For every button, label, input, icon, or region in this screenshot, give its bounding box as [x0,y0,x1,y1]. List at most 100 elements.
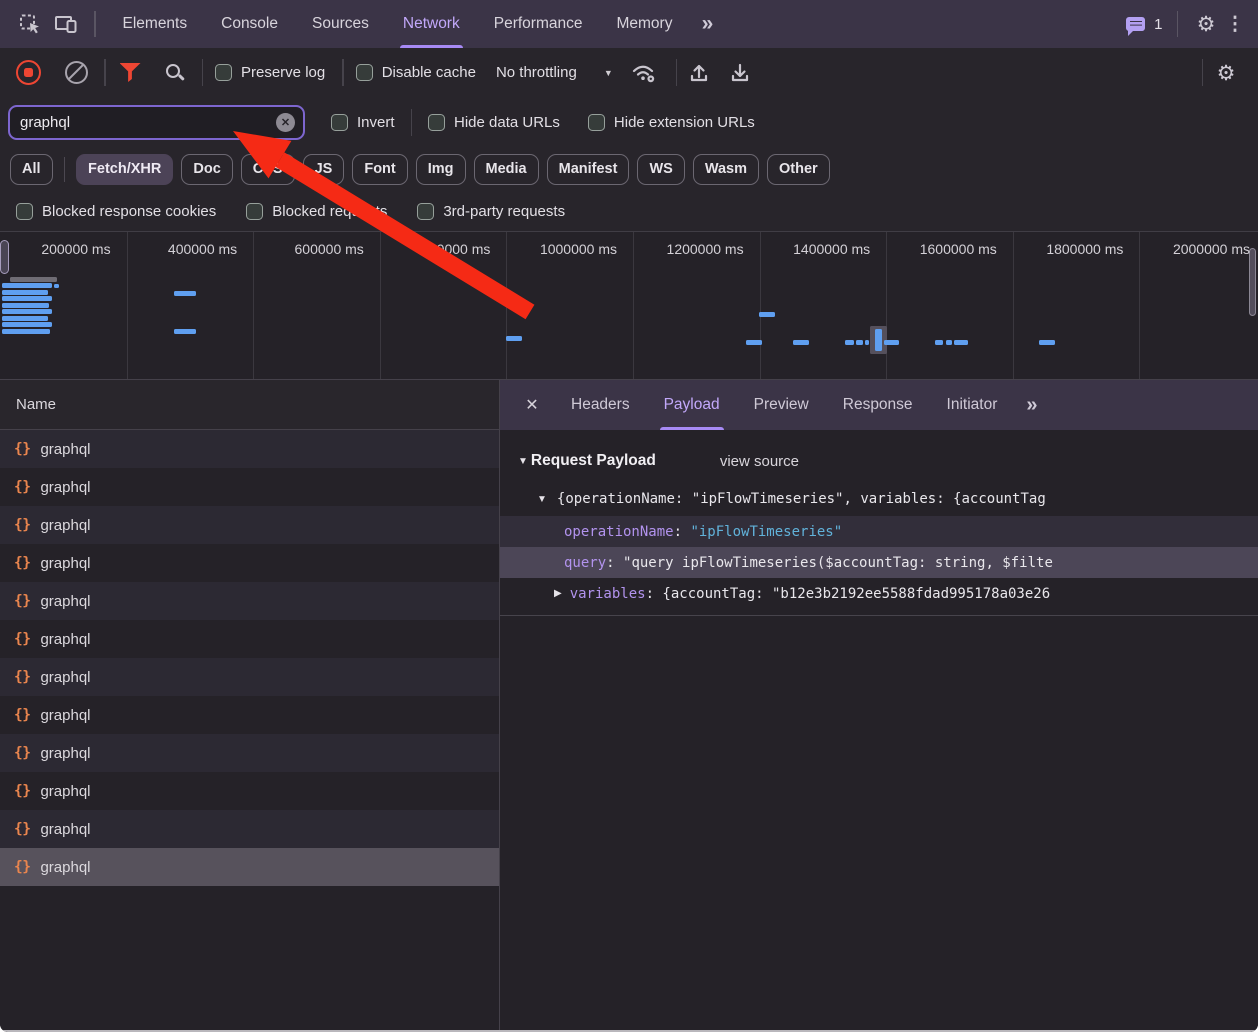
filter-pill-font[interactable]: Font [352,154,407,185]
invert-checkbox[interactable]: Invert [331,114,395,131]
detail-tab-initiator[interactable]: Initiator [947,380,998,430]
filter-pill-manifest[interactable]: Manifest [547,154,630,185]
json-value: {accountTag: "b12e3b2192ee5588fdad995178… [662,586,1050,602]
filter-funnel-icon[interactable] [120,63,141,82]
timeline-tick-label: 1800000 ms [1046,241,1123,257]
filter-pill-media[interactable]: Media [474,154,539,185]
request-row[interactable]: {}graphql [0,734,499,772]
issues-button[interactable]: 1 [1126,16,1162,33]
clear-network-log-icon[interactable] [65,61,88,84]
filter-row: graphql ✕ Invert Hide data URLs Hide ext… [0,97,1258,147]
filter-pill-doc[interactable]: Doc [181,154,232,185]
payload-row-operationname[interactable]: operationName: "ipFlowTimeseries" [500,516,1258,547]
waterfall-bar-blue [759,312,775,317]
kebab-menu-icon[interactable]: ⋮ [1227,8,1243,40]
payload-row-query[interactable]: query: "query ipFlowTimeseries($accountT… [500,547,1258,578]
network-conditions-icon[interactable] [629,57,659,89]
request-row[interactable]: {}graphql [0,544,499,582]
clear-filter-icon[interactable]: ✕ [276,113,295,132]
filter-pill-js[interactable]: JS [303,154,345,185]
request-row[interactable]: {}graphql [0,468,499,506]
view-source-link[interactable]: view source [720,453,799,470]
device-toolbar-icon[interactable] [51,8,81,40]
name-column-header[interactable]: Name [0,380,499,430]
record-network-log-icon[interactable] [16,60,41,85]
detail-tab-response[interactable]: Response [843,380,913,430]
filter-pill-ws[interactable]: WS [637,154,684,185]
payload-row-variables[interactable]: ▶ variables: {accountTag: "b12e3b2192ee5… [500,578,1258,609]
timeline-gridline [1013,232,1014,379]
collapse-caret-icon[interactable]: ▼ [537,494,547,505]
disable-cache-checkbox[interactable]: Disable cache [356,64,476,81]
json-separator: : [646,586,663,602]
request-row[interactable]: {}graphql [0,658,499,696]
tab-network[interactable]: Network [402,0,461,48]
chevron-down-icon: ▼ [604,68,613,78]
filter-pill-fetch-xhr[interactable]: Fetch/XHR [76,154,173,185]
network-filter-input[interactable]: graphql ✕ [8,105,305,140]
timeline-gridline [380,232,381,379]
filter-pill-img[interactable]: Img [416,154,466,185]
issues-count: 1 [1154,16,1162,33]
more-detail-tabs-icon[interactable]: » [1026,394,1037,417]
checkbox-label: Hide extension URLs [614,114,755,131]
export-har-icon[interactable] [725,57,755,89]
request-row[interactable]: {}graphql [0,810,499,848]
expand-caret-icon[interactable]: ▶ [554,588,562,599]
request-row[interactable]: {}graphql [0,772,499,810]
json-request-icon: {} [14,555,30,571]
checkbox-label: Invert [357,114,395,131]
tab-performance[interactable]: Performance [493,0,584,48]
tab-elements[interactable]: Elements [122,0,189,48]
preserve-log-checkbox[interactable]: Preserve log [215,64,325,81]
tab-memory[interactable]: Memory [615,0,673,48]
hide-extension-urls-checkbox[interactable]: Hide extension URLs [588,114,755,131]
request-details-pane: ✕ Headers Payload Preview Response Initiator… [500,380,1258,1032]
request-row[interactable]: {}graphql [0,430,499,468]
blocked-requests-checkbox[interactable]: Blocked requests [246,203,387,220]
blocked-response-cookies-checkbox[interactable]: Blocked response cookies [16,203,216,220]
request-row[interactable]: {}graphql [0,848,499,886]
network-overview-timeline[interactable]: 200000 ms400000 ms600000 ms800000 ms1000… [0,231,1258,380]
settings-gear-icon[interactable]: ⚙ [1191,8,1221,40]
tab-sources[interactable]: Sources [311,0,370,48]
divider [202,59,204,86]
timeline-tick-label: 800000 ms [421,241,490,257]
pill-divider [64,157,66,182]
detail-tab-preview[interactable]: Preview [754,380,809,430]
waterfall-bar-blue [1039,340,1055,345]
request-name: graphql [40,669,90,686]
timeline-scrollbar-thumb[interactable] [1249,248,1256,316]
network-settings-gear-icon[interactable]: ⚙ [1211,57,1241,89]
detail-tab-headers[interactable]: Headers [571,380,630,430]
3rd-party-requests-checkbox[interactable]: 3rd-party requests [417,203,565,220]
collapse-caret-icon[interactable]: ▼ [518,456,528,467]
payload-root-row[interactable]: ▼ {operationName: "ipFlowTimeseries", va… [500,482,1258,516]
close-details-icon[interactable]: ✕ [520,395,544,415]
payload-summary: {operationName: "ipFlowTimeseries", vari… [557,491,1046,507]
request-row[interactable]: {}graphql [0,506,499,544]
request-row[interactable]: {}graphql [0,582,499,620]
json-request-icon: {} [14,707,30,723]
request-row[interactable]: {}graphql [0,620,499,658]
timeline-left-handle[interactable] [0,240,9,274]
tab-console[interactable]: Console [220,0,279,48]
timeline-gridline [253,232,254,379]
filter-pill-other[interactable]: Other [767,154,830,185]
hide-data-urls-checkbox[interactable]: Hide data URLs [428,114,560,131]
detail-tab-payload[interactable]: Payload [664,380,720,430]
more-tabs-icon[interactable]: » [692,8,722,40]
inspect-element-icon[interactable] [15,8,45,40]
import-har-icon[interactable] [684,57,714,89]
waterfall-bar-blue [54,284,59,288]
filter-pill-wasm[interactable]: Wasm [693,154,759,185]
json-separator: : [674,524,691,540]
divider [1177,11,1179,37]
filter-pill-css[interactable]: CSS [241,154,295,185]
throttling-select[interactable]: No throttling ▼ [496,64,613,81]
request-row[interactable]: {}graphql [0,696,499,734]
details-tabbar: ✕ Headers Payload Preview Response Initiator… [500,380,1258,430]
waterfall-bar-blue [793,340,809,345]
search-icon[interactable] [163,61,186,84]
filter-pill-all[interactable]: All [10,154,53,185]
